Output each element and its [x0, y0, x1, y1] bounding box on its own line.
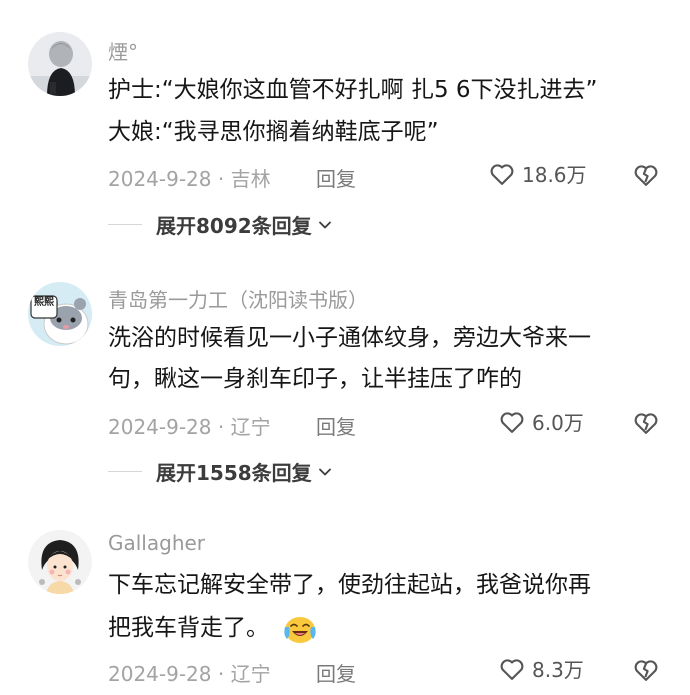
crying-laughing-emoji-icon: [284, 616, 316, 643]
like-button[interactable]: 8.3万: [498, 654, 584, 683]
reply-button[interactable]: 回复: [316, 658, 356, 687]
comment-text-line: 把我车背走了。: [108, 608, 318, 648]
comment-text-line: 下车忘记解安全带了，使劲往起站，我爸说你再: [108, 572, 591, 598]
comment-item: Gallagher 下车忘记解安全带了，使劲往起站，我爸说你再 把我车背走了。 …: [0, 0, 690, 695]
broken-heart-icon[interactable]: [632, 656, 660, 684]
username[interactable]: Gallagher: [108, 531, 205, 555]
avatar[interactable]: [28, 530, 92, 594]
like-count: 8.3万: [532, 658, 584, 682]
comment-text-line-content: 把我车背走了。: [108, 615, 269, 641]
comment-date-location: 2024-9-28 · 辽宁: [108, 662, 271, 686]
girl-cartoon-avatar-icon: [28, 530, 92, 594]
heart-icon: [500, 658, 524, 680]
